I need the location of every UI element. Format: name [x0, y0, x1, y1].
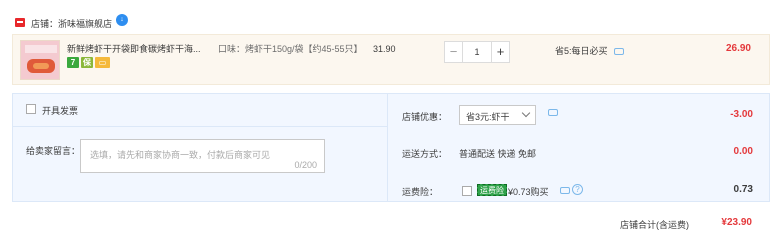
promotion-chat-icon[interactable] — [613, 48, 624, 56]
quantity-increase-button[interactable]: + — [491, 41, 510, 63]
invoice-label[interactable]: 开具发票 — [42, 104, 78, 117]
quantity-input[interactable]: 1 — [463, 41, 491, 63]
wangwang-chat-icon[interactable]: ↓ — [116, 14, 128, 26]
product-thumbnail[interactable] — [20, 40, 60, 80]
insurance-price: ¥0.73购买 — [508, 187, 549, 197]
shop-total-amount: ¥23.90 — [721, 217, 752, 228]
shipping-label: 运送方式： — [402, 149, 448, 159]
message-placeholder: 选填，请先和商家协商一致，付款后商家可见 — [90, 150, 271, 160]
chevron-down-icon — [521, 108, 531, 118]
insurance-amount: 0.73 — [733, 184, 753, 195]
insurance-checkbox[interactable] — [462, 186, 472, 196]
credit-card-icon[interactable]: ▭ — [95, 57, 110, 68]
shipping-method[interactable]: 普通配送 快递 免邮 — [459, 147, 536, 160]
invoice-checkbox[interactable] — [26, 104, 36, 114]
shop-total-label: 店铺合计(含运费) — [620, 220, 689, 230]
help-icon[interactable]: ? — [572, 184, 583, 195]
insurance-label: 运费险： — [402, 187, 439, 197]
coupon-chat-icon[interactable] — [548, 109, 558, 116]
item-total-price: 26.90 — [725, 43, 751, 54]
order-options-panel: 开具发票 给卖家留言： 选填，请先和商家协商一致，付款后商家可见 0/200 店… — [12, 93, 770, 202]
order-fees-panel: 店铺优惠： 省3元:虾干 -3.00 运送方式： 普通配送 快递 免邮 0.00… — [387, 94, 770, 201]
seven-day-return-icon[interactable]: 7 — [67, 57, 79, 68]
product-sku: 口味：烤虾干150g/袋【约45-55只】 — [218, 44, 363, 54]
thumbnail-shrimp-highlight — [33, 63, 49, 69]
coupon-selected-value: 省3元:虾干 — [466, 112, 510, 122]
product-title[interactable]: 新鲜烤虾干开袋即食碳烤虾干海... — [67, 42, 213, 55]
insurance-tag: 运费险 — [477, 184, 507, 196]
shop-header: 店铺：浙味福旗舰店 ↓ — [0, 0, 770, 34]
shop-coupon-select[interactable]: 省3元:虾干 — [459, 105, 536, 125]
shop-name[interactable]: 店铺：浙味福旗舰店 — [31, 17, 112, 30]
tmall-logo-icon — [15, 18, 25, 27]
message-char-counter: 0/200 — [294, 160, 317, 170]
thumbnail-banner — [25, 45, 57, 53]
unit-price: 31.90 — [373, 44, 396, 54]
coupon-label: 店铺优惠： — [402, 112, 448, 122]
shipping-amount: 0.00 — [733, 146, 753, 157]
coupon-amount: -3.00 — [730, 109, 753, 120]
divider — [13, 126, 387, 127]
insurance-chat-icon[interactable] — [560, 187, 570, 194]
guarantee-icon[interactable]: 保 — [81, 57, 93, 68]
quantity-stepper: − 1 + — [444, 41, 510, 63]
quantity-decrease-button[interactable]: − — [444, 41, 463, 63]
promotion-text: 省5:每日必买 — [555, 46, 608, 56]
message-label: 给卖家留言： — [26, 146, 81, 156]
service-icons: 7 保 ▭ — [67, 57, 110, 69]
item-promotion: 省5:每日必买 — [555, 44, 624, 57]
order-item-row: 新鲜烤虾干开袋即食碳烤虾干海... 7 保 ▭ 口味：烤虾干150g/袋【约45… — [12, 34, 770, 85]
message-to-seller-field[interactable]: 选填，请先和商家协商一致，付款后商家可见 0/200 — [80, 139, 325, 173]
